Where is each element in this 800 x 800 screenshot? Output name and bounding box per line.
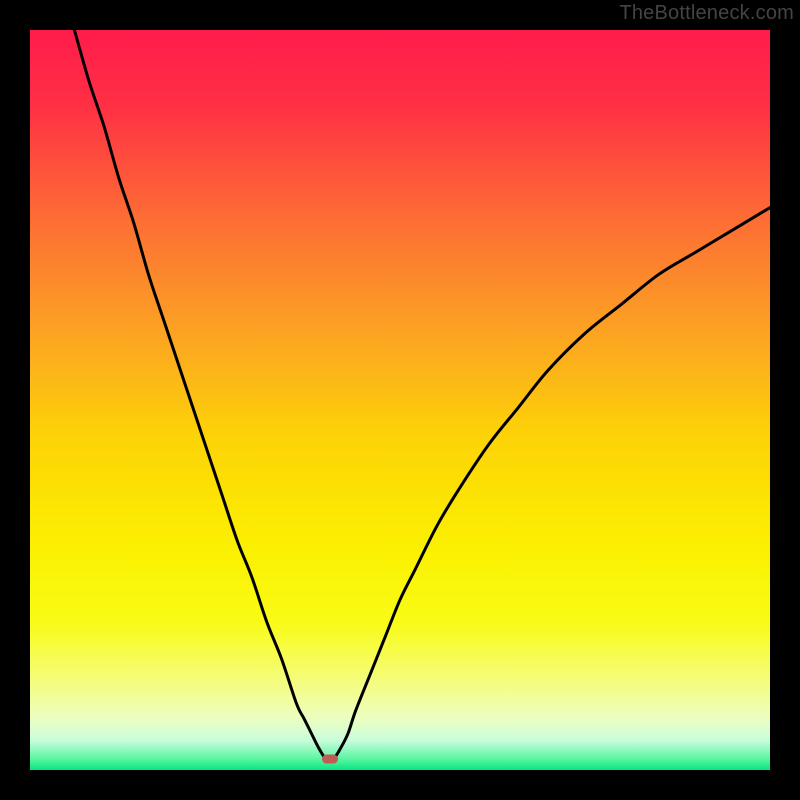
optimal-point-marker — [322, 754, 338, 763]
plot-inner — [30, 30, 770, 770]
bottleneck-curve — [30, 30, 770, 770]
watermark-text: TheBottleneck.com — [619, 2, 794, 25]
chart-area — [30, 30, 770, 770]
